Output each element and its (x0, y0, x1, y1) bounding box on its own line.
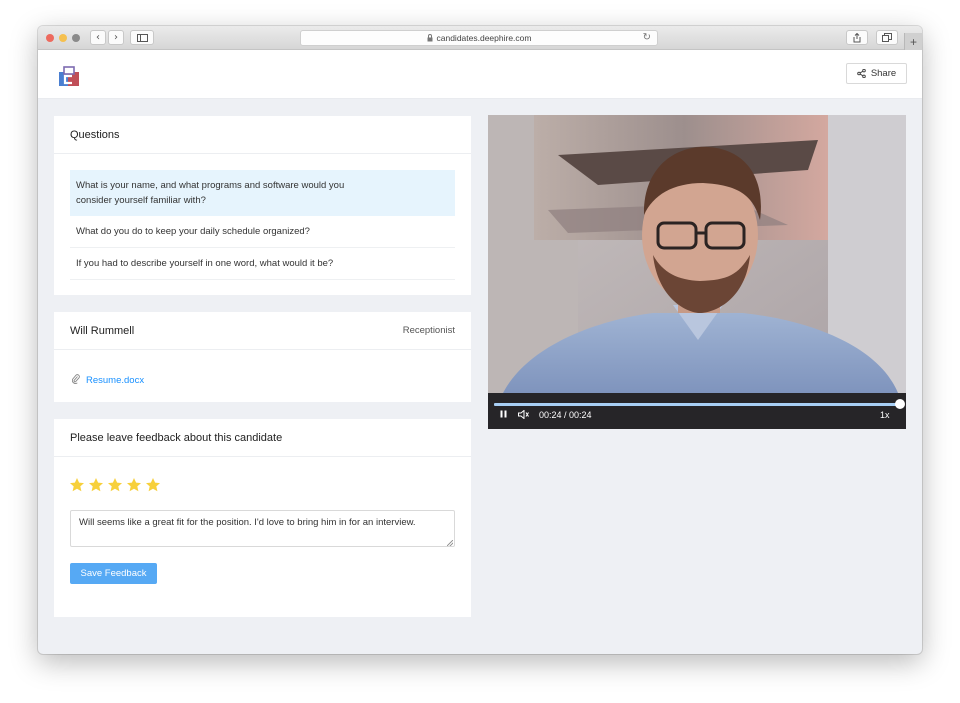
video-time: 00:24 / 00:24 (539, 410, 592, 420)
question-item[interactable]: What is your name, and what programs and… (70, 170, 455, 216)
star-icon[interactable] (88, 477, 104, 493)
candidate-header: Will Rummell Receptionist (54, 312, 471, 350)
feedback-title: Please leave feedback about this candida… (70, 431, 283, 444)
questions-list: What is your name, and what programs and… (54, 154, 471, 280)
tabs-overview-icon[interactable] (876, 30, 898, 45)
candidate-role: Receptionist (402, 325, 455, 336)
questions-header: Questions (54, 116, 471, 154)
playback-speed[interactable]: 1x (880, 410, 890, 420)
resume-link[interactable]: Resume.docx (86, 375, 144, 386)
question-text: If you had to describe yourself in one w… (76, 258, 334, 269)
star-icon[interactable] (145, 477, 161, 493)
browser-titlebar: ‹ › candidates.deephire.com ↻ + (38, 26, 922, 50)
progress-handle[interactable] (895, 399, 905, 409)
video-controls: 00:24 / 00:24 1x (488, 393, 906, 429)
video-player[interactable]: 00:24 / 00:24 1x (488, 115, 906, 429)
minimize-window-button[interactable] (59, 34, 67, 42)
volume-icon[interactable] (518, 409, 529, 421)
url-text: candidates.deephire.com (436, 33, 532, 43)
question-text: What is your name, and what programs and… (76, 180, 345, 206)
share-button[interactable]: Share (846, 63, 907, 84)
share-sheet-icon[interactable] (846, 30, 868, 45)
star-icon[interactable] (69, 477, 85, 493)
progress-track[interactable] (494, 403, 900, 406)
browser-window: ‹ › candidates.deephire.com ↻ + Share Qu… (38, 26, 922, 654)
feedback-card: Please leave feedback about this candida… (54, 419, 471, 617)
candidate-card: Will Rummell Receptionist Resume.docx (54, 312, 471, 402)
new-tab-icon[interactable]: + (904, 33, 922, 50)
back-icon[interactable]: ‹ (90, 30, 106, 45)
star-icon[interactable] (107, 477, 123, 493)
reload-icon[interactable]: ↻ (643, 32, 651, 43)
share-label: Share (870, 68, 897, 79)
candidate-name: Will Rummell (70, 324, 135, 337)
question-item[interactable]: What do you do to keep your daily schedu… (70, 216, 455, 248)
video-frame (488, 115, 906, 393)
resume-attachment[interactable]: Resume.docx (71, 374, 144, 387)
question-item[interactable]: If you had to describe yourself in one w… (70, 248, 455, 280)
star-rating[interactable] (69, 477, 161, 493)
resize-handle-icon[interactable] (447, 540, 453, 546)
question-text: What do you do to keep your daily schedu… (76, 226, 310, 237)
paperclip-icon (71, 374, 80, 387)
sidebar-toggle-icon[interactable] (130, 30, 154, 45)
questions-title: Questions (70, 128, 120, 141)
address-bar[interactable]: candidates.deephire.com ↻ (300, 30, 658, 46)
pause-icon[interactable] (500, 410, 507, 420)
star-icon[interactable] (126, 477, 142, 493)
deephire-logo (59, 66, 79, 86)
app-header: Share (38, 50, 922, 99)
lock-icon (427, 34, 432, 42)
questions-card: Questions What is your name, and what pr… (54, 116, 471, 295)
share-icon (857, 69, 866, 78)
feedback-textarea[interactable]: Will seems like a great fit for the posi… (70, 510, 455, 547)
progress-fill (494, 403, 900, 406)
zoom-window-button[interactable] (72, 34, 80, 42)
feedback-header: Please leave feedback about this candida… (54, 419, 471, 457)
forward-icon[interactable]: › (108, 30, 124, 45)
close-window-button[interactable] (46, 34, 54, 42)
save-feedback-button[interactable]: Save Feedback (70, 563, 157, 584)
